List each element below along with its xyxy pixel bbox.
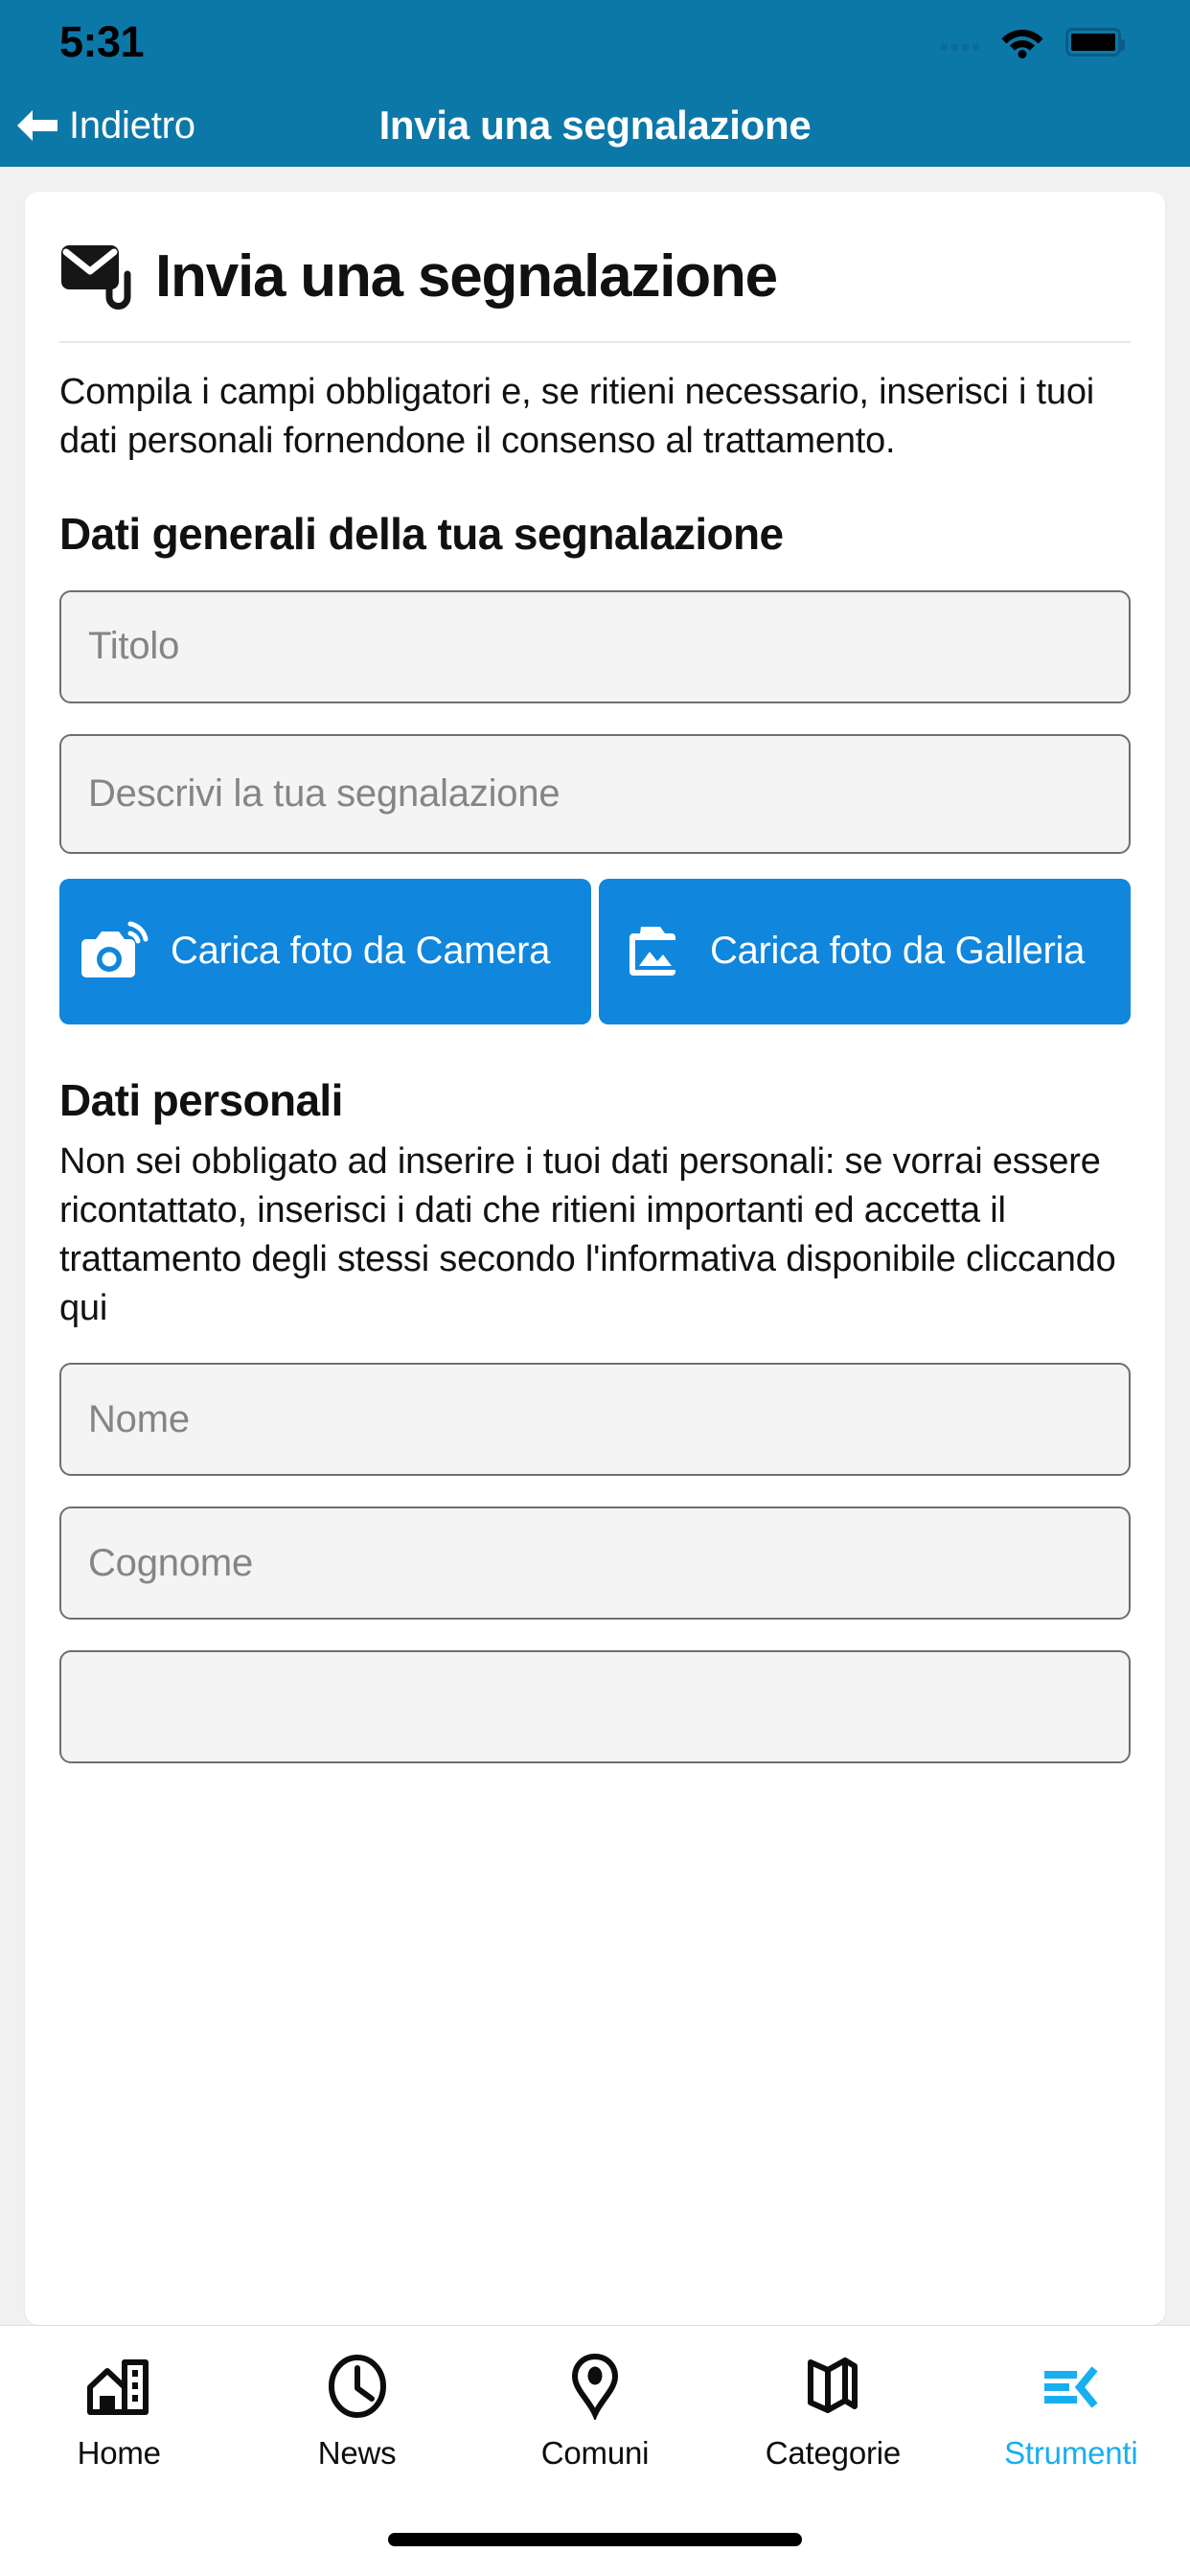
cognome-field[interactable]: Cognome <box>59 1506 1131 1621</box>
intro-paragraph: Compila i campi obbligatori e, se ritien… <box>59 372 1095 461</box>
scroll-content[interactable]: Invia una segnalazione Compila i campi o… <box>0 167 1190 2325</box>
section-heading-personal: Dati personali <box>59 1074 343 1125</box>
carica-foto-camera-button[interactable]: Carica foto da Camera <box>59 878 591 1024</box>
nome-placeholder: Nome <box>88 1397 190 1440</box>
carica-foto-galleria-label: Carica foto da Galleria <box>710 930 1086 973</box>
tab-strumenti-label: Strumenti <box>1004 2435 1138 2471</box>
battery-icon <box>1065 28 1125 57</box>
phone-screen: 5:31 Indietro Invia una segnalazione Inv… <box>0 0 1190 2576</box>
back-button-label: Indietro <box>69 104 195 147</box>
report-form-card: Invia una segnalazione Compila i campi o… <box>25 192 1165 2325</box>
status-bar: 5:31 <box>0 0 1190 84</box>
tab-home[interactable]: Home <box>0 2351 238 2472</box>
home-indicator-area <box>0 2503 1190 2576</box>
home-indicator-bar[interactable] <box>388 2533 802 2546</box>
status-indicators <box>941 26 1125 58</box>
tab-categorie[interactable]: Categorie <box>714 2351 951 2472</box>
terzo-campo-field[interactable] <box>59 1650 1131 1764</box>
carica-foto-galleria-button[interactable]: Carica foto da Galleria <box>599 878 1131 1024</box>
back-button[interactable]: Indietro <box>0 104 195 148</box>
tab-home-label: Home <box>77 2435 161 2471</box>
image-gallery-icon <box>620 920 691 983</box>
buildings-icon <box>84 2351 153 2420</box>
map-pin-icon <box>561 2351 629 2420</box>
status-clock: 5:31 <box>59 17 145 66</box>
arrow-left-icon <box>15 107 59 144</box>
tab-news[interactable]: News <box>238 2351 475 2472</box>
titolo-placeholder: Titolo <box>88 625 180 668</box>
descrizione-placeholder: Descrivi la tua segnalazione <box>88 771 561 815</box>
descrizione-field[interactable]: Descrivi la tua segnalazione <box>59 733 1131 854</box>
tools-list-icon <box>1037 2351 1106 2420</box>
tab-categorie-label: Categorie <box>765 2435 902 2471</box>
map-icon <box>798 2351 867 2420</box>
clock-icon <box>323 2351 392 2420</box>
section-heading-general: Dati generali della tua segnalazione <box>59 508 784 559</box>
upload-button-row: Carica foto da Camera Carica foto da Gal… <box>59 878 1131 1024</box>
signal-dots-icon <box>941 34 979 51</box>
camera-icon <box>80 920 151 983</box>
tab-news-label: News <box>317 2435 397 2471</box>
card-header: Invia una segnalazione <box>59 224 1131 310</box>
bottom-tab-bar: Home News Comuni Categorie Strumenti <box>0 2325 1190 2503</box>
nav-bar: Indietro Invia una segnalazione <box>0 84 1190 167</box>
card-title: Invia una segnalazione <box>155 242 778 310</box>
carica-foto-camera-label: Carica foto da Camera <box>171 930 551 973</box>
cognome-placeholder: Cognome <box>88 1541 254 1584</box>
nome-field[interactable]: Nome <box>59 1363 1131 1477</box>
wifi-icon <box>1000 26 1044 58</box>
mail-attachment-icon <box>59 242 134 310</box>
tab-strumenti[interactable]: Strumenti <box>952 2351 1190 2472</box>
personal-paragraph: Non sei obbligato ad inserire i tuoi dat… <box>59 1140 1116 1328</box>
titolo-field[interactable]: Titolo <box>59 589 1131 703</box>
tab-comuni-label: Comuni <box>540 2435 650 2471</box>
tab-comuni[interactable]: Comuni <box>476 2351 714 2472</box>
